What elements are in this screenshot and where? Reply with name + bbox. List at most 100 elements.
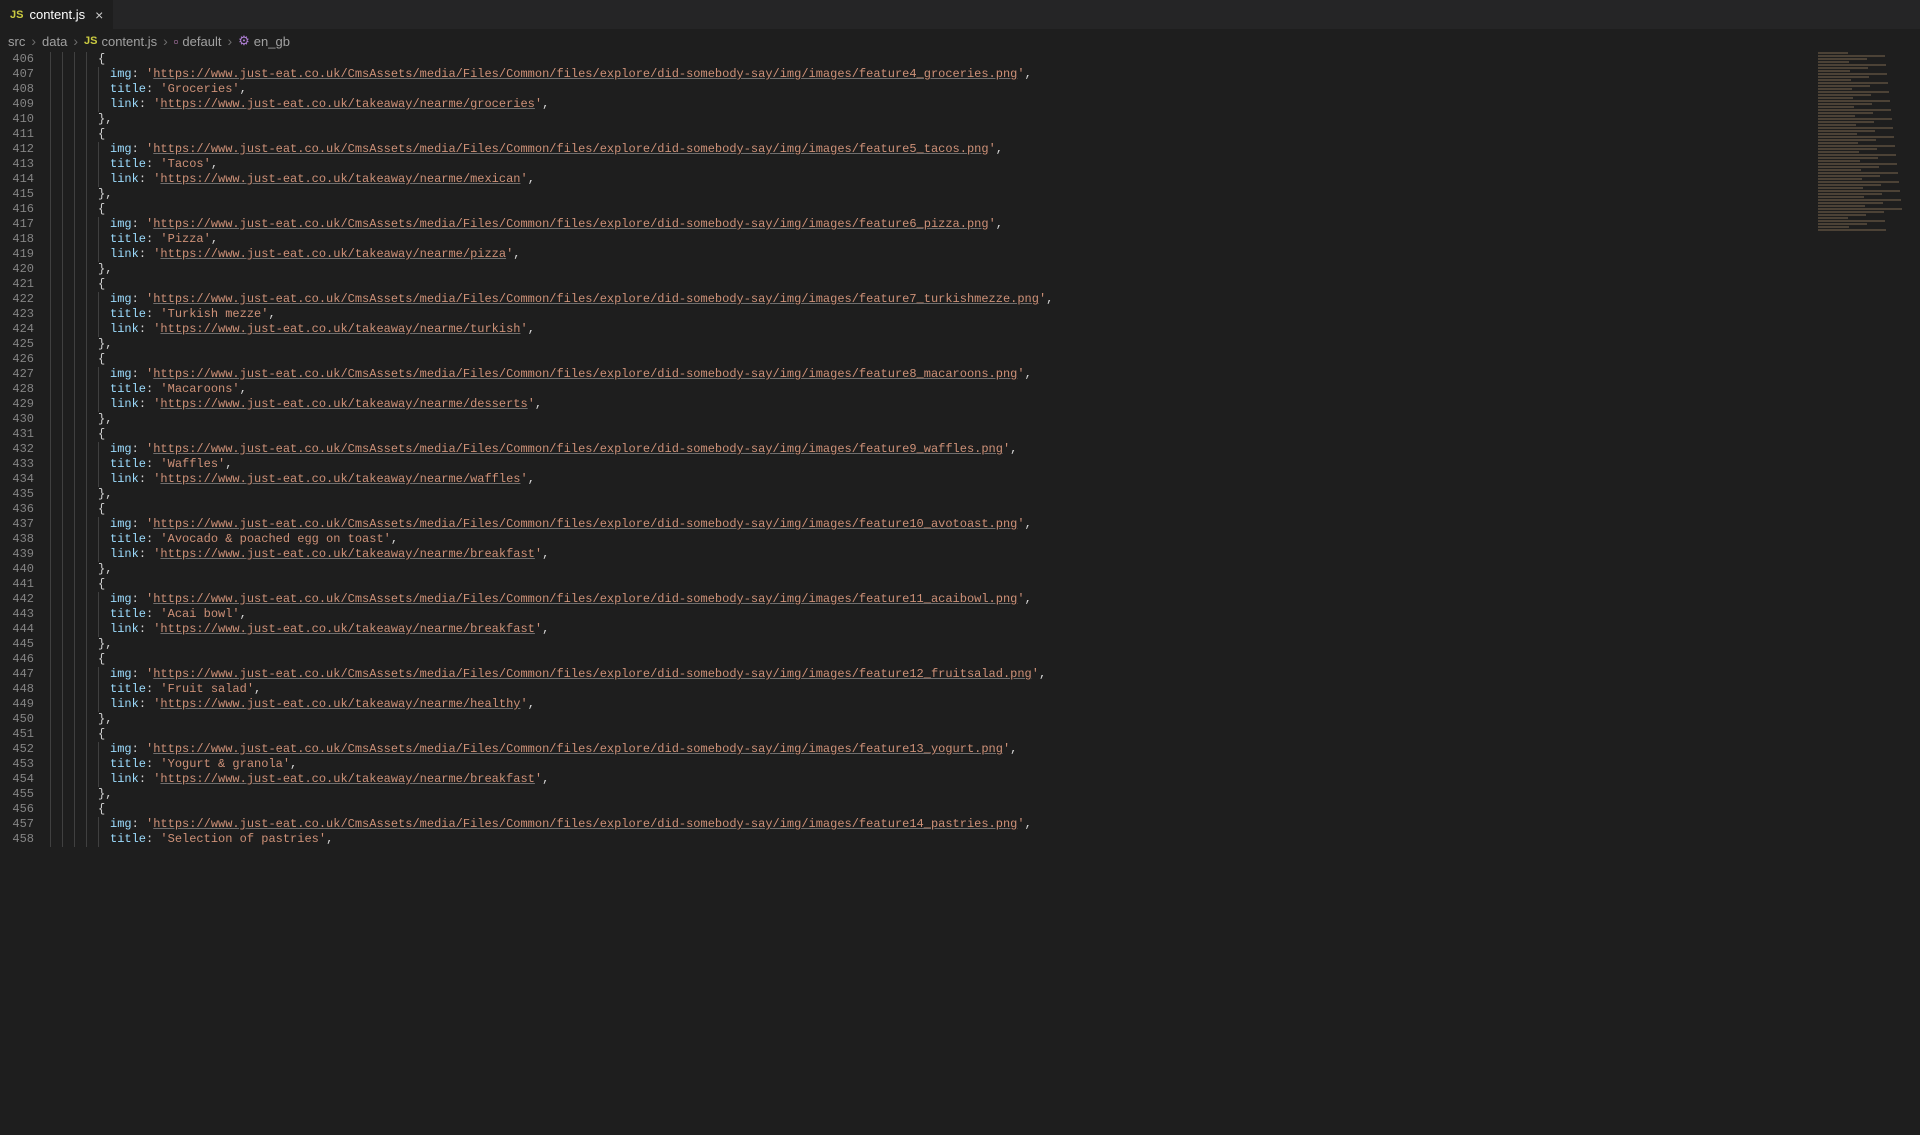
code-line[interactable]: img: 'https://www.just-eat.co.uk/CmsAsse… [50,442,1810,457]
code-line[interactable]: }, [50,637,1810,652]
line-number: 406 [0,52,34,67]
line-number: 407 [0,67,34,82]
line-number: 420 [0,262,34,277]
line-number: 447 [0,667,34,682]
breadcrumb[interactable]: src › data › JS content.js › ▫ default ›… [0,30,1920,52]
code-line[interactable]: { [50,202,1810,217]
chevron-right-icon: › [227,33,232,49]
line-number: 436 [0,502,34,517]
code-line[interactable]: }, [50,187,1810,202]
line-number: 414 [0,172,34,187]
code-line[interactable]: { [50,727,1810,742]
breadcrumb-item[interactable]: content.js [101,34,157,49]
js-file-icon: JS [10,9,23,21]
code-line[interactable]: title: 'Turkish mezze', [50,307,1810,322]
code-line[interactable]: }, [50,787,1810,802]
breadcrumb-item[interactable]: src [8,34,25,49]
code-line[interactable]: title: 'Pizza', [50,232,1810,247]
code-line[interactable]: { [50,277,1810,292]
code-line[interactable]: img: 'https://www.just-eat.co.uk/CmsAsse… [50,217,1810,232]
line-number: 446 [0,652,34,667]
code-line[interactable]: }, [50,337,1810,352]
code-line[interactable]: title: 'Groceries', [50,82,1810,97]
line-number: 432 [0,442,34,457]
breadcrumb-item[interactable]: data [42,34,67,49]
line-number: 430 [0,412,34,427]
code-line[interactable]: img: 'https://www.just-eat.co.uk/CmsAsse… [50,292,1810,307]
line-number: 429 [0,397,34,412]
line-number: 450 [0,712,34,727]
code-line[interactable]: { [50,52,1810,67]
close-icon[interactable]: × [95,7,103,23]
code-line[interactable]: }, [50,112,1810,127]
chevron-right-icon: › [163,33,168,49]
line-number: 431 [0,427,34,442]
code-line[interactable]: title: 'Macaroons', [50,382,1810,397]
breadcrumb-item[interactable]: default [182,34,221,49]
code-line[interactable]: link: 'https://www.just-eat.co.uk/takeaw… [50,772,1810,787]
line-number: 456 [0,802,34,817]
code-line[interactable]: link: 'https://www.just-eat.co.uk/takeaw… [50,322,1810,337]
code-line[interactable]: title: 'Yogurt & granola', [50,757,1810,772]
code-line[interactable]: }, [50,562,1810,577]
code-line[interactable]: link: 'https://www.just-eat.co.uk/takeaw… [50,697,1810,712]
tab-content-js[interactable]: JS content.js × [0,0,114,29]
code-line[interactable]: link: 'https://www.just-eat.co.uk/takeaw… [50,172,1810,187]
code-line[interactable]: img: 'https://www.just-eat.co.uk/CmsAsse… [50,817,1810,832]
code-line[interactable]: title: 'Tacos', [50,157,1810,172]
code-line[interactable]: }, [50,262,1810,277]
line-number: 441 [0,577,34,592]
line-number: 443 [0,607,34,622]
code-line[interactable]: title: 'Waffles', [50,457,1810,472]
line-number: 424 [0,322,34,337]
code-line[interactable]: link: 'https://www.just-eat.co.uk/takeaw… [50,547,1810,562]
line-number: 410 [0,112,34,127]
code-line[interactable]: img: 'https://www.just-eat.co.uk/CmsAsse… [50,517,1810,532]
line-number: 438 [0,532,34,547]
code-line[interactable]: link: 'https://www.just-eat.co.uk/takeaw… [50,472,1810,487]
line-number: 452 [0,742,34,757]
code-line[interactable]: link: 'https://www.just-eat.co.uk/takeaw… [50,97,1810,112]
code-line[interactable]: title: 'Fruit salad', [50,682,1810,697]
line-number: 458 [0,832,34,847]
line-number: 457 [0,817,34,832]
code-line[interactable]: { [50,352,1810,367]
line-number: 434 [0,472,34,487]
breadcrumb-item[interactable]: en_gb [254,34,290,49]
code-line[interactable]: { [50,127,1810,142]
code-area[interactable]: {img: 'https://www.just-eat.co.uk/CmsAss… [50,52,1810,1135]
line-number: 418 [0,232,34,247]
line-number: 455 [0,787,34,802]
code-line[interactable]: img: 'https://www.just-eat.co.uk/CmsAsse… [50,667,1810,682]
line-number: 449 [0,697,34,712]
code-line[interactable]: img: 'https://www.just-eat.co.uk/CmsAsse… [50,367,1810,382]
line-number: 435 [0,487,34,502]
code-line[interactable]: { [50,577,1810,592]
code-line[interactable]: { [50,802,1810,817]
chevron-right-icon: › [73,33,78,49]
code-line[interactable]: img: 'https://www.just-eat.co.uk/CmsAsse… [50,592,1810,607]
code-line[interactable]: }, [50,412,1810,427]
line-number: 451 [0,727,34,742]
line-number: 440 [0,562,34,577]
code-line[interactable]: title: 'Avocado & poached egg on toast', [50,532,1810,547]
code-line[interactable]: }, [50,487,1810,502]
code-line[interactable]: { [50,502,1810,517]
line-number: 427 [0,367,34,382]
line-number: 413 [0,157,34,172]
code-line[interactable]: link: 'https://www.just-eat.co.uk/takeaw… [50,622,1810,637]
code-line[interactable]: link: 'https://www.just-eat.co.uk/takeaw… [50,397,1810,412]
code-line[interactable]: img: 'https://www.just-eat.co.uk/CmsAsse… [50,67,1810,82]
line-number: 448 [0,682,34,697]
code-line[interactable]: { [50,427,1810,442]
code-line[interactable]: }, [50,712,1810,727]
code-line[interactable]: link: 'https://www.just-eat.co.uk/takeaw… [50,247,1810,262]
line-number: 421 [0,277,34,292]
code-line[interactable]: title: 'Selection of pastries', [50,832,1810,847]
code-line[interactable]: title: 'Acai bowl', [50,607,1810,622]
code-line[interactable]: img: 'https://www.just-eat.co.uk/CmsAsse… [50,142,1810,157]
line-number: 416 [0,202,34,217]
code-line[interactable]: { [50,652,1810,667]
code-line[interactable]: img: 'https://www.just-eat.co.uk/CmsAsse… [50,742,1810,757]
minimap[interactable] [1810,52,1920,1135]
